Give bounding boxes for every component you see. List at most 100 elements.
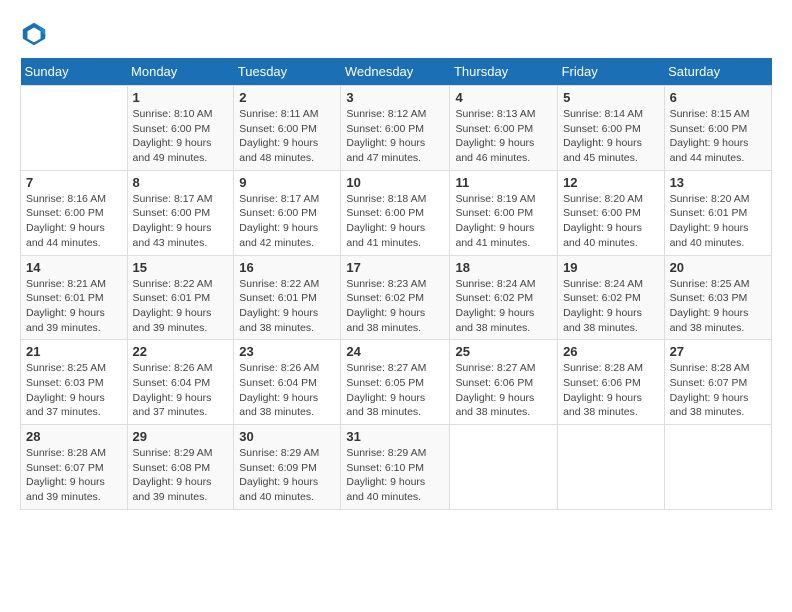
calendar-day-cell: 18 Sunrise: 8:24 AM Sunset: 6:02 PM Dayl…	[450, 255, 558, 340]
weekday-header: Tuesday	[234, 58, 341, 86]
day-info: Sunrise: 8:11 AM Sunset: 6:00 PM Dayligh…	[239, 107, 335, 166]
day-number: 13	[670, 175, 766, 190]
day-number: 12	[563, 175, 659, 190]
day-info: Sunrise: 8:17 AM Sunset: 6:00 PM Dayligh…	[239, 192, 335, 251]
day-info: Sunrise: 8:22 AM Sunset: 6:01 PM Dayligh…	[239, 277, 335, 336]
day-number: 20	[670, 260, 766, 275]
day-number: 8	[133, 175, 229, 190]
calendar-day-cell: 24 Sunrise: 8:27 AM Sunset: 6:05 PM Dayl…	[341, 340, 450, 425]
day-info: Sunrise: 8:20 AM Sunset: 6:00 PM Dayligh…	[563, 192, 659, 251]
page-header	[20, 20, 772, 48]
day-info: Sunrise: 8:27 AM Sunset: 6:06 PM Dayligh…	[455, 361, 552, 420]
day-info: Sunrise: 8:13 AM Sunset: 6:00 PM Dayligh…	[455, 107, 552, 166]
day-info: Sunrise: 8:28 AM Sunset: 6:07 PM Dayligh…	[670, 361, 766, 420]
day-number: 17	[346, 260, 444, 275]
day-number: 26	[563, 344, 659, 359]
calendar-day-cell	[664, 425, 771, 510]
calendar-day-cell	[21, 86, 128, 171]
day-number: 21	[26, 344, 122, 359]
day-info: Sunrise: 8:29 AM Sunset: 6:10 PM Dayligh…	[346, 446, 444, 505]
calendar-day-cell: 17 Sunrise: 8:23 AM Sunset: 6:02 PM Dayl…	[341, 255, 450, 340]
day-number: 31	[346, 429, 444, 444]
day-number: 28	[26, 429, 122, 444]
calendar-day-cell: 7 Sunrise: 8:16 AM Sunset: 6:00 PM Dayli…	[21, 170, 128, 255]
day-number: 19	[563, 260, 659, 275]
day-number: 30	[239, 429, 335, 444]
day-number: 18	[455, 260, 552, 275]
day-number: 7	[26, 175, 122, 190]
calendar-day-cell: 23 Sunrise: 8:26 AM Sunset: 6:04 PM Dayl…	[234, 340, 341, 425]
weekday-header: Wednesday	[341, 58, 450, 86]
logo	[20, 20, 50, 48]
calendar-week-row: 7 Sunrise: 8:16 AM Sunset: 6:00 PM Dayli…	[21, 170, 772, 255]
day-info: Sunrise: 8:10 AM Sunset: 6:00 PM Dayligh…	[133, 107, 229, 166]
day-number: 6	[670, 90, 766, 105]
day-info: Sunrise: 8:17 AM Sunset: 6:00 PM Dayligh…	[133, 192, 229, 251]
day-number: 25	[455, 344, 552, 359]
calendar-week-row: 28 Sunrise: 8:28 AM Sunset: 6:07 PM Dayl…	[21, 425, 772, 510]
day-number: 5	[563, 90, 659, 105]
day-number: 3	[346, 90, 444, 105]
calendar-day-cell: 13 Sunrise: 8:20 AM Sunset: 6:01 PM Dayl…	[664, 170, 771, 255]
day-info: Sunrise: 8:29 AM Sunset: 6:08 PM Dayligh…	[133, 446, 229, 505]
day-number: 27	[670, 344, 766, 359]
calendar-day-cell: 29 Sunrise: 8:29 AM Sunset: 6:08 PM Dayl…	[127, 425, 234, 510]
calendar-day-cell	[450, 425, 558, 510]
calendar-day-cell	[558, 425, 665, 510]
weekday-header: Saturday	[664, 58, 771, 86]
day-number: 10	[346, 175, 444, 190]
calendar-day-cell: 2 Sunrise: 8:11 AM Sunset: 6:00 PM Dayli…	[234, 86, 341, 171]
calendar-day-cell: 25 Sunrise: 8:27 AM Sunset: 6:06 PM Dayl…	[450, 340, 558, 425]
day-number: 24	[346, 344, 444, 359]
day-number: 29	[133, 429, 229, 444]
day-info: Sunrise: 8:29 AM Sunset: 6:09 PM Dayligh…	[239, 446, 335, 505]
calendar-day-cell: 3 Sunrise: 8:12 AM Sunset: 6:00 PM Dayli…	[341, 86, 450, 171]
calendar-day-cell: 1 Sunrise: 8:10 AM Sunset: 6:00 PM Dayli…	[127, 86, 234, 171]
day-info: Sunrise: 8:15 AM Sunset: 6:00 PM Dayligh…	[670, 107, 766, 166]
logo-icon	[20, 20, 48, 48]
day-info: Sunrise: 8:28 AM Sunset: 6:06 PM Dayligh…	[563, 361, 659, 420]
day-info: Sunrise: 8:14 AM Sunset: 6:00 PM Dayligh…	[563, 107, 659, 166]
day-number: 4	[455, 90, 552, 105]
calendar-header-row: SundayMondayTuesdayWednesdayThursdayFrid…	[21, 58, 772, 86]
day-info: Sunrise: 8:26 AM Sunset: 6:04 PM Dayligh…	[133, 361, 229, 420]
day-number: 2	[239, 90, 335, 105]
day-info: Sunrise: 8:24 AM Sunset: 6:02 PM Dayligh…	[455, 277, 552, 336]
day-number: 9	[239, 175, 335, 190]
day-info: Sunrise: 8:26 AM Sunset: 6:04 PM Dayligh…	[239, 361, 335, 420]
day-number: 11	[455, 175, 552, 190]
day-info: Sunrise: 8:20 AM Sunset: 6:01 PM Dayligh…	[670, 192, 766, 251]
day-number: 16	[239, 260, 335, 275]
day-info: Sunrise: 8:16 AM Sunset: 6:00 PM Dayligh…	[26, 192, 122, 251]
day-info: Sunrise: 8:19 AM Sunset: 6:00 PM Dayligh…	[455, 192, 552, 251]
day-info: Sunrise: 8:21 AM Sunset: 6:01 PM Dayligh…	[26, 277, 122, 336]
day-number: 1	[133, 90, 229, 105]
day-info: Sunrise: 8:27 AM Sunset: 6:05 PM Dayligh…	[346, 361, 444, 420]
day-info: Sunrise: 8:12 AM Sunset: 6:00 PM Dayligh…	[346, 107, 444, 166]
calendar-day-cell: 5 Sunrise: 8:14 AM Sunset: 6:00 PM Dayli…	[558, 86, 665, 171]
calendar-day-cell: 15 Sunrise: 8:22 AM Sunset: 6:01 PM Dayl…	[127, 255, 234, 340]
weekday-header: Sunday	[21, 58, 128, 86]
calendar-day-cell: 27 Sunrise: 8:28 AM Sunset: 6:07 PM Dayl…	[664, 340, 771, 425]
calendar-day-cell: 28 Sunrise: 8:28 AM Sunset: 6:07 PM Dayl…	[21, 425, 128, 510]
calendar-table: SundayMondayTuesdayWednesdayThursdayFrid…	[20, 58, 772, 510]
calendar-week-row: 14 Sunrise: 8:21 AM Sunset: 6:01 PM Dayl…	[21, 255, 772, 340]
calendar-day-cell: 26 Sunrise: 8:28 AM Sunset: 6:06 PM Dayl…	[558, 340, 665, 425]
calendar-day-cell: 22 Sunrise: 8:26 AM Sunset: 6:04 PM Dayl…	[127, 340, 234, 425]
day-number: 15	[133, 260, 229, 275]
day-info: Sunrise: 8:23 AM Sunset: 6:02 PM Dayligh…	[346, 277, 444, 336]
day-info: Sunrise: 8:24 AM Sunset: 6:02 PM Dayligh…	[563, 277, 659, 336]
weekday-header: Friday	[558, 58, 665, 86]
calendar-day-cell: 11 Sunrise: 8:19 AM Sunset: 6:00 PM Dayl…	[450, 170, 558, 255]
weekday-header: Thursday	[450, 58, 558, 86]
weekday-header: Monday	[127, 58, 234, 86]
calendar-day-cell: 9 Sunrise: 8:17 AM Sunset: 6:00 PM Dayli…	[234, 170, 341, 255]
calendar-day-cell: 30 Sunrise: 8:29 AM Sunset: 6:09 PM Dayl…	[234, 425, 341, 510]
day-number: 14	[26, 260, 122, 275]
day-info: Sunrise: 8:25 AM Sunset: 6:03 PM Dayligh…	[26, 361, 122, 420]
calendar-day-cell: 21 Sunrise: 8:25 AM Sunset: 6:03 PM Dayl…	[21, 340, 128, 425]
calendar-day-cell: 4 Sunrise: 8:13 AM Sunset: 6:00 PM Dayli…	[450, 86, 558, 171]
calendar-day-cell: 20 Sunrise: 8:25 AM Sunset: 6:03 PM Dayl…	[664, 255, 771, 340]
calendar-day-cell: 31 Sunrise: 8:29 AM Sunset: 6:10 PM Dayl…	[341, 425, 450, 510]
calendar-day-cell: 19 Sunrise: 8:24 AM Sunset: 6:02 PM Dayl…	[558, 255, 665, 340]
